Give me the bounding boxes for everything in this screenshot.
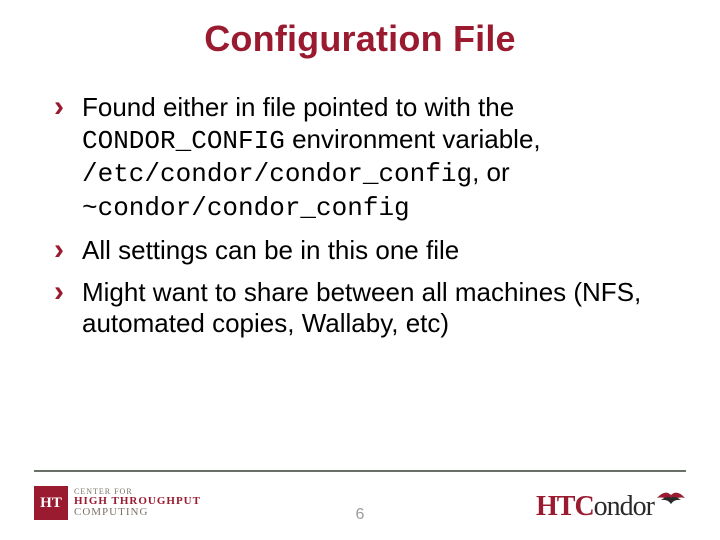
chtc-logo: HT CENTER FOR HIGH THROUGHPUT COMPUTING	[34, 486, 201, 520]
bullet-list: Found either in file pointed to with the…	[40, 92, 680, 340]
code-span: /etc/condor/condor_config	[82, 159, 472, 189]
footer: 6 HT CENTER FOR HIGH THROUGHPUT COMPUTIN…	[0, 470, 720, 526]
footer-rule	[34, 470, 686, 472]
bullet-text: All settings can be in this one file	[82, 235, 459, 265]
bullet-item: Found either in file pointed to with the…	[54, 92, 680, 225]
code-span: ~condor/condor_config	[82, 193, 410, 223]
slide: Configuration File Found either in file …	[0, 0, 720, 540]
bullet-item: Might want to share between all machines…	[54, 277, 680, 340]
htcondor-part1: HTC	[536, 491, 594, 523]
code-span: CONDOR_CONFIG	[82, 126, 285, 156]
bullet-item: All settings can be in this one file	[54, 235, 680, 267]
bullet-text-mid: environment variable,	[285, 124, 541, 154]
htcondor-part2: ondor	[594, 491, 654, 523]
chtc-logo-box: HT	[34, 486, 68, 520]
chtc-line3: COMPUTING	[74, 507, 201, 518]
chtc-logo-text: CENTER FOR HIGH THROUGHPUT COMPUTING	[74, 488, 201, 518]
htcondor-logo: HTCondor	[536, 491, 686, 523]
bullet-text: Might want to share between all machines…	[82, 277, 641, 339]
bird-icon	[656, 489, 686, 507]
bullet-text-mid: , or	[472, 157, 510, 187]
bullet-text-pre: Found either in file pointed to with the	[82, 92, 514, 122]
slide-title: Configuration File	[40, 18, 680, 60]
